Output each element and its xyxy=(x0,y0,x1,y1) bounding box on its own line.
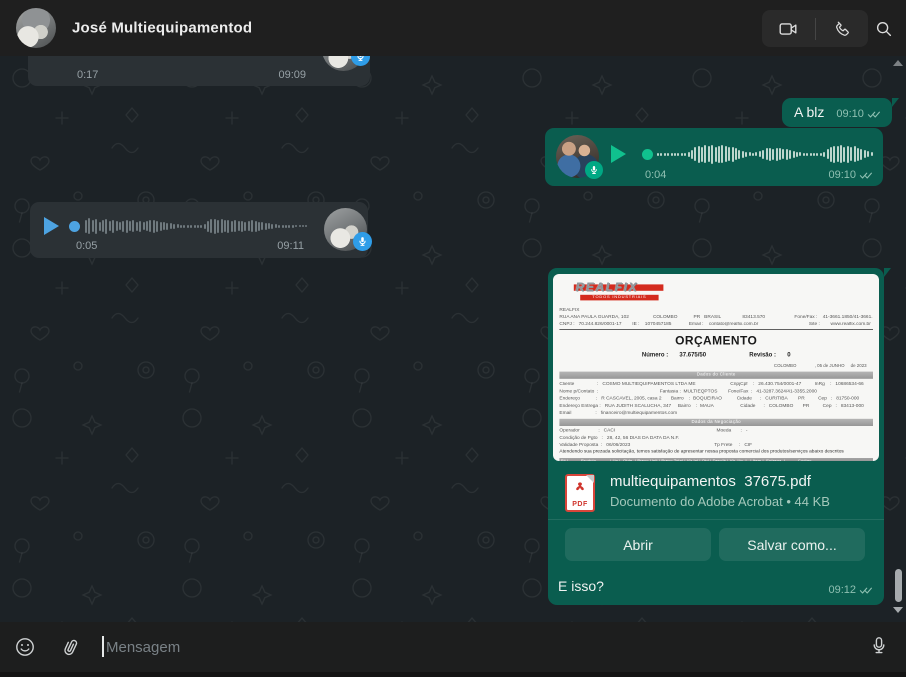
document-preview[interactable]: REALFIX TODOS INDUSTRIAIS REALFIX RUA AN… xyxy=(553,274,879,461)
voice-duration: 0:04 xyxy=(645,169,666,181)
voice-message-incoming-0917: 0:17 09:09 xyxy=(28,56,370,86)
emoji-icon xyxy=(14,636,36,658)
window-bottom-edge xyxy=(0,672,906,677)
bubble-tail xyxy=(892,98,899,107)
message-caption: E isso? xyxy=(558,578,604,594)
emoji-button[interactable] xyxy=(14,636,36,663)
realfix-logo: REALFIX TODOS INDUSTRIAIS xyxy=(574,280,670,301)
paperclip-icon xyxy=(54,631,86,663)
mic-played-icon xyxy=(353,232,372,251)
message-composer xyxy=(0,622,906,672)
document-filename: multiequipamentos 37675.pdf xyxy=(610,473,811,490)
doc-table-header: Sit | Produto | Un | Qtde | Preço Unit |… xyxy=(559,458,873,461)
divider xyxy=(548,519,884,520)
search-button[interactable] xyxy=(869,10,899,47)
doc-client-line: Nome p/Contato : Fantasia : MULTIEQPTOS … xyxy=(559,389,873,394)
message-text: A blz xyxy=(794,104,824,120)
voice-waveform[interactable] xyxy=(657,141,873,167)
whatsapp-window: José Multiequipamentod xyxy=(0,0,906,677)
doc-company-line: REALFIX xyxy=(559,308,873,313)
voice-duration: 0:05 xyxy=(76,240,97,252)
divider xyxy=(559,329,873,330)
message-time: 09:10 xyxy=(836,108,864,120)
scroll-up-arrow[interactable] xyxy=(893,60,903,66)
voice-record-button[interactable] xyxy=(868,635,890,662)
scrollbar-thumb[interactable] xyxy=(895,569,902,602)
voice-message-outgoing: 0:04 09:10 xyxy=(545,128,883,186)
bubble-tail xyxy=(884,268,891,277)
doc-neg-line: Validade Proposta : 06/06/2023 Tp Frete … xyxy=(559,443,873,448)
mic-icon xyxy=(868,635,890,657)
voice-waveform[interactable] xyxy=(85,213,307,239)
delivered-check-icon xyxy=(867,110,882,119)
doc-section-negotiation: Dados da Negociação xyxy=(559,419,873,426)
delivered-check-icon xyxy=(859,586,874,595)
attach-button[interactable] xyxy=(58,635,82,664)
doc-note: Atendendo sua prezada solicitação, temos… xyxy=(559,449,873,454)
pdf-file-icon: PDF xyxy=(565,474,595,512)
doc-company-line: RUA ANA PAULA GUARDA, 102 COLOMBO PR BRA… xyxy=(559,315,873,320)
video-call-icon xyxy=(777,18,799,40)
playback-position-handle[interactable] xyxy=(642,149,653,160)
contact-name[interactable]: José Multiequipamentod xyxy=(72,20,252,37)
play-button[interactable] xyxy=(611,145,626,163)
voice-duration: 0:17 xyxy=(77,69,98,81)
play-button[interactable] xyxy=(44,217,59,235)
voice-message-incoming: 0:05 09:11 xyxy=(30,202,368,258)
message-input[interactable] xyxy=(96,630,836,664)
message-time: 09:11 xyxy=(277,240,304,252)
acrobat-logo-icon xyxy=(572,480,588,496)
doc-client-line: Cliente : COSMO MULTIEQUIPAMENTOS LTDA M… xyxy=(559,382,873,387)
contact-avatar[interactable] xyxy=(16,8,56,48)
doc-client-line: Endereço Entrega : RUA JUDITH SCALUCHA, … xyxy=(559,404,873,409)
message-list: 0:17 09:09 A blz 09:10 xyxy=(0,56,906,622)
doc-neg-line: Condição de Pgto : 28, 42, 56 DIAS DA DA… xyxy=(559,436,873,441)
doc-client-line: Endereço : R CASCAVEL, 2005, casa 2 Bair… xyxy=(559,396,873,401)
search-icon xyxy=(874,19,894,39)
scroll-down-arrow[interactable] xyxy=(893,607,903,613)
pdf-page: REALFIX TODOS INDUSTRIAIS REALFIX RUA AN… xyxy=(553,274,879,461)
doc-client-line: Email : financeiro@multiequipamentos.com xyxy=(559,411,873,416)
video-call-button[interactable] xyxy=(762,10,815,47)
delivered-check-icon xyxy=(859,171,874,180)
playback-position-handle[interactable] xyxy=(69,221,80,232)
message-time: 09:10 xyxy=(828,169,856,181)
call-button-group xyxy=(762,10,868,47)
document-message-outgoing: REALFIX TODOS INDUSTRIAIS REALFIX RUA AN… xyxy=(548,268,884,605)
chat-header: José Multiequipamentod xyxy=(0,0,906,56)
doc-title: ORÇAMENTO xyxy=(553,334,879,348)
text-message-outgoing: A blz 09:10 xyxy=(782,98,892,127)
message-time: 09:09 xyxy=(278,69,306,81)
doc-neg-line: Operador : CACI Moeda : - xyxy=(559,428,873,433)
open-button[interactable]: Abrir xyxy=(565,528,711,561)
doc-date-line: COLOMBO , 05 de JUNHO de 2023 xyxy=(774,364,867,369)
doc-company-line: CNPJ : 70.244.826/0001-17 IE : 107045718… xyxy=(559,322,873,327)
save-as-button[interactable]: Salvar como... xyxy=(719,528,865,561)
doc-number-row: Número : 37.675/50 Revisão : 0 xyxy=(553,351,879,358)
voice-call-icon xyxy=(832,19,852,39)
mic-sent-icon xyxy=(585,161,603,179)
doc-section-client: Dados do Cliente xyxy=(559,372,873,379)
message-time: 09:12 xyxy=(828,584,856,596)
voice-call-button[interactable] xyxy=(816,10,869,47)
document-filetype-size: Documento do Adobe Acrobat • 44 KB xyxy=(610,494,830,509)
